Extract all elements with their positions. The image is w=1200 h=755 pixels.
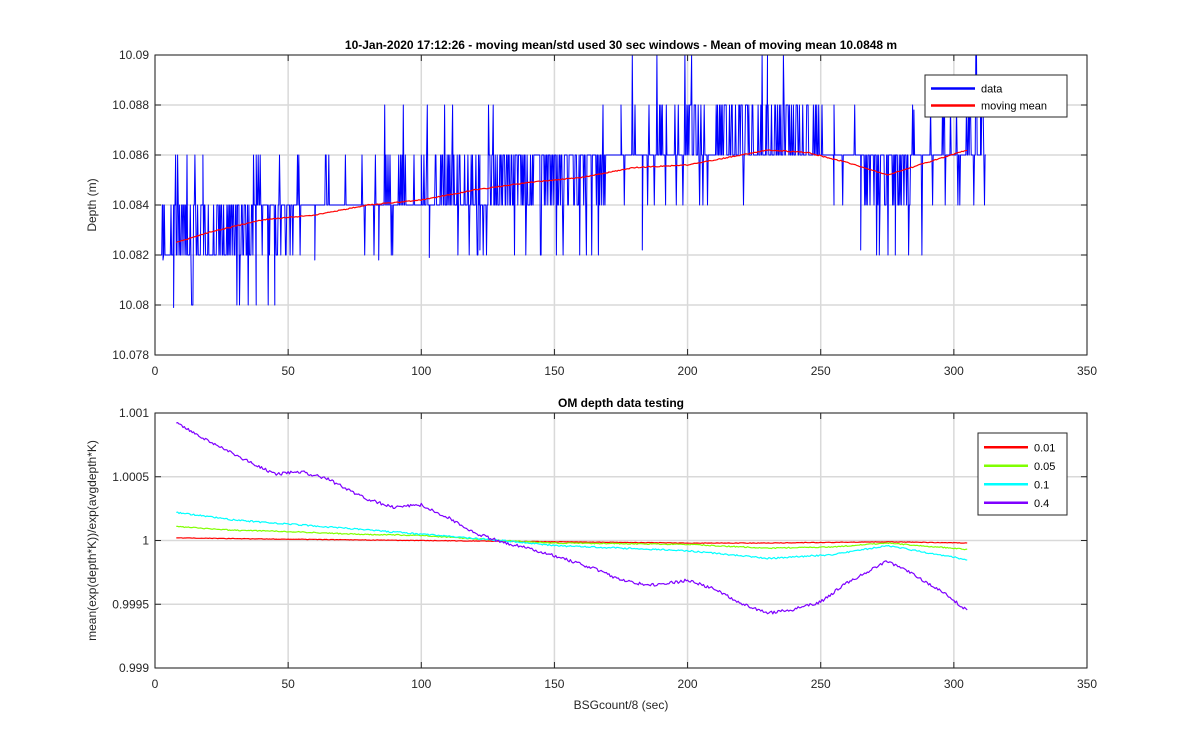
x-tick-label: 350 — [1077, 677, 1097, 691]
x-tick-label: 250 — [811, 364, 831, 378]
y-tick-label: 10.086 — [112, 148, 149, 162]
x-tick-label: 300 — [944, 677, 964, 691]
x-tick-label: 150 — [544, 364, 564, 378]
y-tick-label: 1 — [142, 534, 149, 548]
legend-entry: 0.05 — [1034, 461, 1055, 473]
y-tick-label: 0.9995 — [112, 597, 149, 611]
legend-entry: data — [981, 84, 1003, 96]
y-tick-label: 10.082 — [112, 248, 149, 262]
chart-title: 10-Jan-2020 17:12:26 - moving mean/std u… — [345, 38, 897, 52]
chart-canvas: 0 50 100 150 200 250 300 35010.07810.0810.08210… — [85, 38, 1097, 712]
figure: 0 50 100 150 200 250 300 350 10.078 10.08 10.082 10… — [0, 0, 1200, 750]
x-tick-label: 250 — [811, 677, 831, 691]
x-tick-label: 200 — [678, 677, 698, 691]
x-tick-label: 200 — [678, 364, 698, 378]
y-axis-label: mean(exp(depth*K))/exp(avgdepth*K) — [85, 440, 99, 641]
chart-2: 0 50 100 150 200 250 300 350 0.999 0.9995 1 1.0005 1… — [85, 396, 1097, 712]
legend: 0.01 0.05 0.1 0.4 — [977, 432, 1068, 516]
y-tick-label: 1.001 — [119, 406, 149, 420]
x-axis-label: BSGcount/8 (sec) — [574, 698, 669, 712]
y-tick-label: 0.999 — [119, 661, 149, 675]
legend-entry: 0.4 — [1034, 498, 1049, 510]
y-tick-label: 10.078 — [112, 348, 149, 362]
y-tick-label: 10.088 — [112, 98, 149, 112]
y-tick-label: 10.08 — [119, 298, 149, 312]
chart-title: OM depth data testing — [558, 396, 684, 410]
x-tick-label: 0 — [152, 364, 159, 378]
y-tick-label: 1.0005 — [112, 470, 149, 484]
legend: data moving mean — [924, 74, 1068, 118]
y-axis-label: Depth (m) — [85, 178, 99, 231]
x-tick-label: 50 — [281, 677, 295, 691]
y-tick-label: 10.09 — [119, 48, 149, 62]
x-tick-label: 150 — [544, 677, 564, 691]
legend-entry: moving mean — [981, 101, 1047, 113]
x-tick-label: 100 — [411, 677, 431, 691]
chart-1: 0 50 100 150 200 250 300 350 10.078 10.08 10.082 10… — [85, 38, 1097, 378]
x-tick-label: 100 — [411, 364, 431, 378]
legend-entry: 0.01 — [1034, 442, 1055, 454]
x-tick-label: 300 — [944, 364, 964, 378]
x-tick-label: 350 — [1077, 364, 1097, 378]
y-tick-label: 10.084 — [112, 198, 149, 212]
legend-entry: 0.1 — [1034, 479, 1049, 491]
x-tick-label: 50 — [281, 364, 295, 378]
x-tick-label: 0 — [152, 677, 159, 691]
